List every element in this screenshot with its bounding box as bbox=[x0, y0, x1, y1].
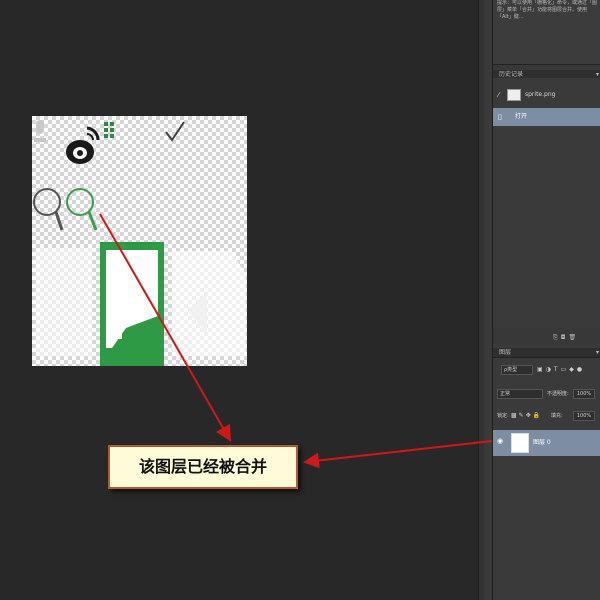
arrow-to-callout bbox=[303, 440, 493, 469]
annotation-arrows bbox=[99, 213, 493, 469]
arrow-from-canvas bbox=[99, 213, 231, 442]
callout-box: 该图层已经被合并 bbox=[108, 445, 298, 489]
